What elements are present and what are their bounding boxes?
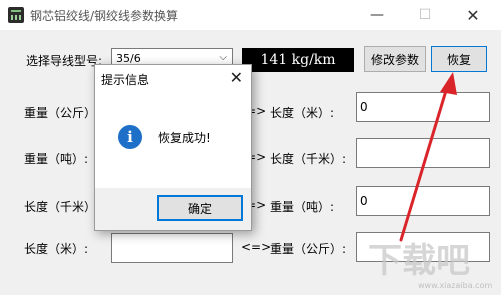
row1-right-label: 长度（米）: — [270, 106, 335, 120]
density-display: 141 kg/km — [242, 48, 354, 72]
row3-right-label: 重量（吨）: — [270, 200, 335, 214]
watermark-text: 下载吧 — [368, 241, 470, 281]
row2-left-label: 重量（吨）: — [24, 152, 89, 166]
dialog-close-icon[interactable]: ✕ — [230, 68, 243, 87]
weight-ton-input[interactable]: 0 — [356, 186, 490, 216]
chevron-down-icon: ⌵ — [219, 52, 227, 63]
dialog-body: i 恢复成功! — [95, 93, 251, 188]
restore-button[interactable]: 恢复 — [431, 46, 487, 72]
modify-params-button[interactable]: 修改参数 — [364, 46, 426, 72]
info-dialog: 提示信息 ✕ i 恢复成功! 确定 — [94, 64, 252, 231]
close-button[interactable]: ✕ — [450, 0, 496, 30]
length-m-input[interactable]: 0 — [356, 92, 490, 122]
length-m-value: 0 — [360, 100, 368, 114]
row3-left-label: 长度（千米）: — [24, 200, 101, 214]
info-icon: i — [118, 125, 142, 149]
watermark-logo: 下载吧 www.xiazaiba.com — [368, 241, 492, 290]
dialog-title: 提示信息 — [101, 73, 150, 87]
maximize-button[interactable]: ☐ — [402, 0, 448, 30]
row4-right-label: 重量（公斤）: — [270, 242, 347, 256]
row4-convert-arrow: <=> — [241, 240, 272, 254]
ok-button[interactable]: 确定 — [157, 195, 243, 221]
row4-left-label: 长度（米）: — [24, 242, 89, 256]
minimize-button[interactable]: — — [354, 0, 400, 30]
row1-left-label: 重量（公斤） — [24, 106, 97, 120]
window-title: 钢芯铝绞线/钢绞线参数换算 — [30, 9, 179, 23]
length-m-left-input[interactable] — [111, 233, 233, 263]
title-bar: 钢芯铝绞线/钢绞线参数换算 — ☐ ✕ — [0, 0, 501, 30]
length-km-input[interactable] — [356, 138, 490, 168]
weight-ton-value: 0 — [360, 194, 368, 208]
model-label: 选择导线型号: — [26, 54, 103, 68]
app-icon — [8, 7, 24, 23]
watermark-url: www.xiazaiba.com — [418, 281, 492, 290]
dialog-message: 恢复成功! — [158, 131, 211, 145]
dialog-title-bar: 提示信息 ✕ — [95, 65, 251, 93]
row2-right-label: 长度（千米）: — [270, 152, 347, 166]
